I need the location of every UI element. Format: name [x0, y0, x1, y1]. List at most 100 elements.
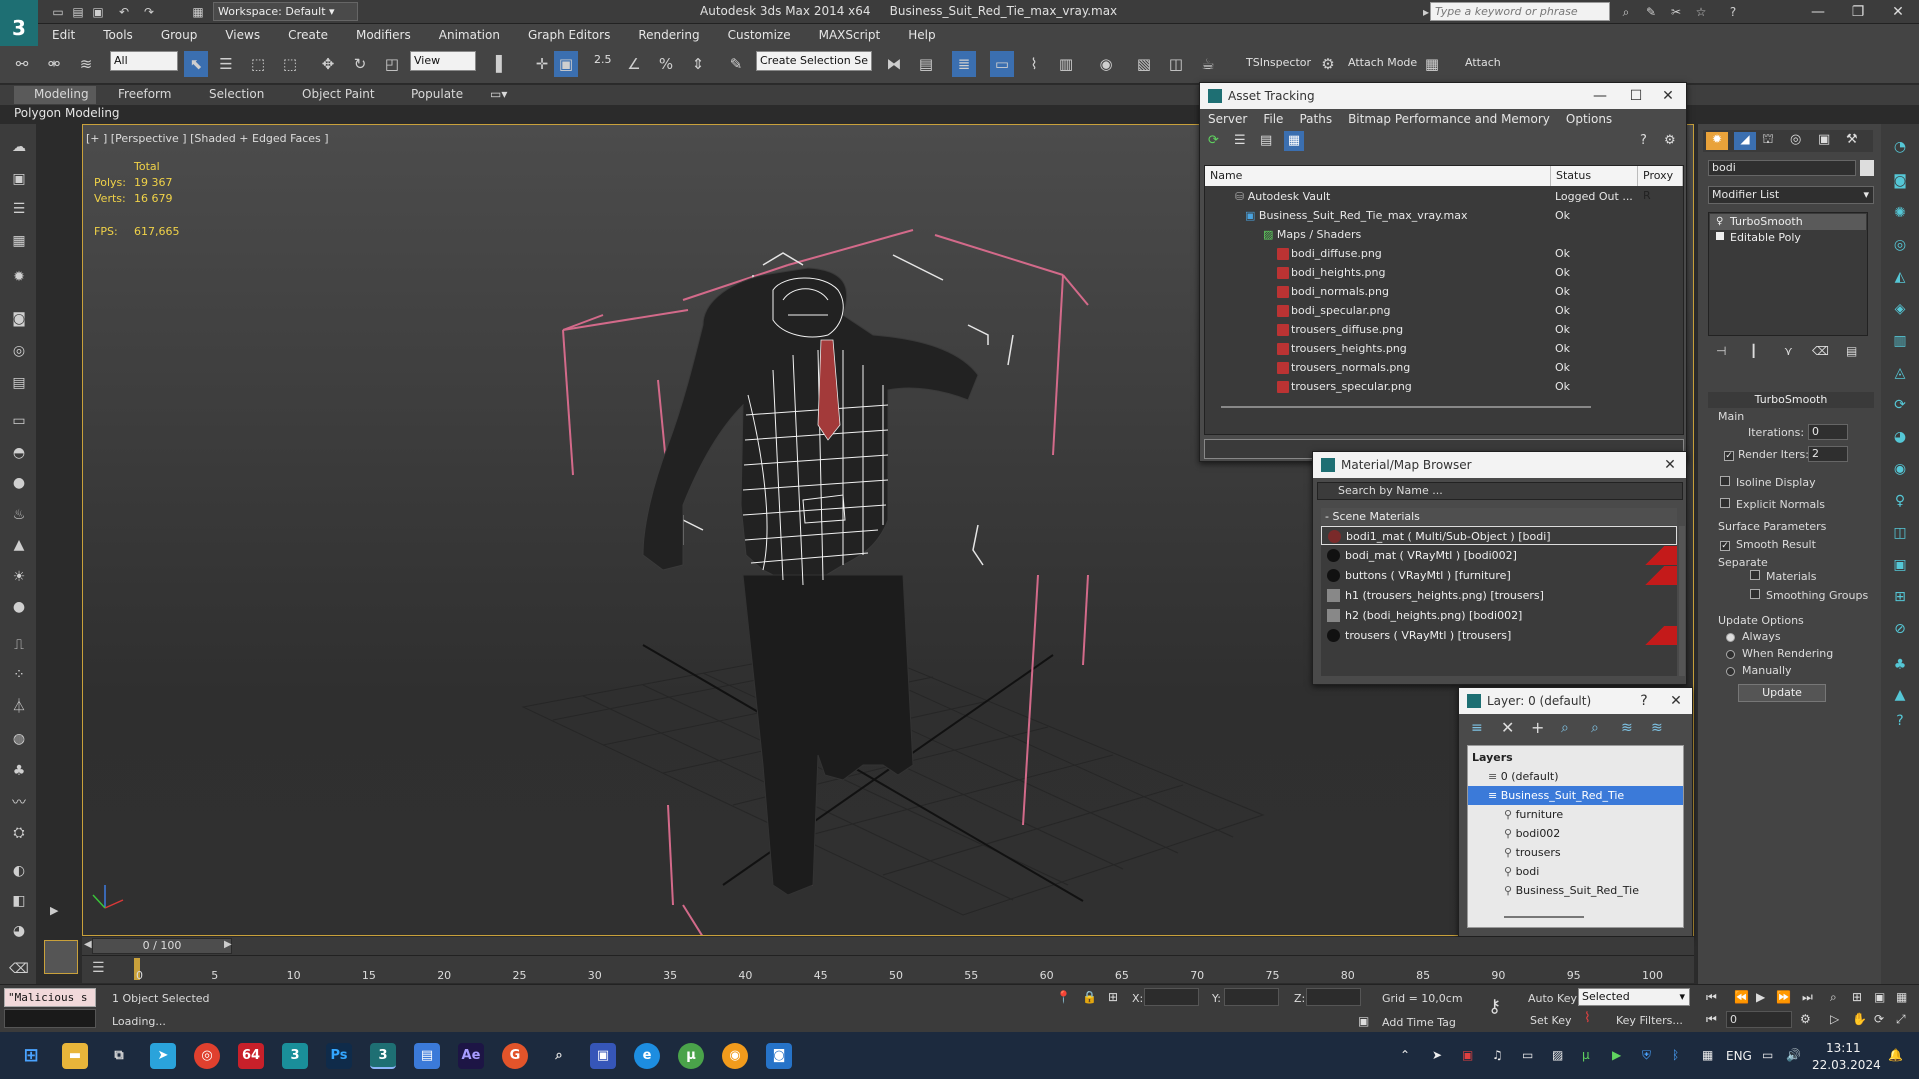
tray-network-icon[interactable]: ▦ — [1702, 1048, 1713, 1062]
isoline-checkbox[interactable] — [1720, 476, 1730, 489]
create-tab-icon[interactable]: ✹ — [1706, 132, 1728, 150]
remove-modifier-icon[interactable]: ⌫ — [1812, 344, 1829, 358]
maxscript-output-field[interactable] — [4, 1009, 96, 1028]
help-icon[interactable]: ? — [1725, 4, 1741, 20]
pivot-icon[interactable]: ▐ — [484, 51, 508, 77]
isolate-selection-icon[interactable]: 📍 — [1056, 990, 1071, 1004]
time-slider[interactable]: 0 / 100 — [92, 938, 232, 954]
zoom-extents-icon[interactable]: ▣ — [1874, 990, 1885, 1004]
layer-manager-icon[interactable]: ≣ — [952, 51, 976, 77]
y-coord-field[interactable] — [1224, 988, 1279, 1006]
communication-icon[interactable]: ✂ — [1668, 4, 1684, 20]
make-unique-icon[interactable]: ⋎ — [1784, 344, 1793, 358]
ribbon-options-icon[interactable]: ▭▾ — [490, 87, 507, 101]
hair-icon[interactable]: 〰 — [8, 792, 30, 814]
select-manipulate-icon[interactable]: ✛ — [530, 51, 554, 77]
time-tag-icon[interactable]: ▣ — [1358, 1014, 1369, 1028]
percent-snap-icon[interactable]: % — [654, 51, 678, 77]
modifier-list-dropdown[interactable]: Modifier List ▾ — [1708, 186, 1874, 204]
teapot-icon[interactable]: ♨ — [8, 504, 30, 526]
layer-horizontal-scrollbar[interactable] — [1504, 916, 1584, 918]
project-folder-icon[interactable]: ▦ — [190, 4, 206, 20]
orbit-icon[interactable]: ⟳ — [1874, 1012, 1884, 1026]
new-layer-icon[interactable]: ≡ — [1471, 720, 1483, 736]
tray-volume-icon[interactable]: 🔊 — [1786, 1048, 1801, 1062]
ball-icon[interactable]: ● — [8, 596, 30, 618]
list-icon[interactable]: ☰ — [8, 198, 30, 220]
next-frame-arrow-icon[interactable]: ▶ — [224, 939, 232, 950]
3dsmax-2014-icon[interactable]: 3 — [370, 1043, 396, 1069]
zoom-icon[interactable]: ⌕ — [1830, 990, 1837, 1005]
table-row[interactable]: bodi_diffuse.png Ok — [1205, 244, 1683, 263]
iterations-spinner[interactable]: 0 — [1808, 424, 1848, 440]
table-row[interactable]: bodi_heights.png Ok — [1205, 263, 1683, 282]
menu-edit[interactable]: Edit — [38, 28, 89, 42]
key-icon[interactable]: ⚷ — [1488, 996, 1501, 1017]
render-iters-spinner[interactable]: 2 — [1808, 446, 1848, 462]
tray-bluetooth-icon[interactable]: ᛒ — [1672, 1048, 1679, 1062]
pan-view-icon[interactable]: ✋ — [1852, 1012, 1867, 1026]
table-view-icon[interactable]: ▦ — [1284, 131, 1304, 151]
list-item[interactable]: ≡ Business_Suit_Red_Tie — [1468, 786, 1683, 805]
maxscript-listener-field[interactable]: "Malicious s — [4, 988, 96, 1007]
vray-fire-icon[interactable]: ▲ — [1889, 684, 1911, 706]
object-color-swatch[interactable] — [1860, 160, 1874, 176]
open-file-icon[interactable]: ▤ — [70, 4, 86, 20]
menu-customize[interactable]: Customize — [714, 28, 805, 42]
list-item[interactable]: h1 (trousers_heights.png) [trousers] — [1321, 586, 1677, 605]
checker-icon[interactable]: ▦ — [1420, 51, 1444, 77]
table-row[interactable]: trousers_diffuse.png Ok — [1205, 320, 1683, 339]
window-crossing-icon[interactable]: ⬚ — [278, 51, 302, 77]
sphere-icon[interactable]: ● — [8, 472, 30, 494]
spinner-snap-icon[interactable]: ⇕ — [686, 51, 710, 77]
menu-views[interactable]: Views — [211, 28, 274, 42]
layer-dialog-titlebar[interactable]: Layer: 0 (default) ? ✕ — [1459, 688, 1692, 714]
schematic-view-icon[interactable]: ▥ — [1054, 51, 1078, 77]
thumbnail-view-icon[interactable]: ▤ — [1260, 133, 1272, 148]
globe-icon[interactable]: ◍ — [8, 728, 30, 750]
vray-fog-icon[interactable]: ▣ — [1889, 554, 1911, 576]
vray-render-icon[interactable]: ◉ — [1889, 458, 1911, 480]
tray-headset-icon[interactable]: ♫ — [1492, 1048, 1503, 1062]
object-name-field[interactable]: bodi — [1708, 160, 1856, 176]
edge-icon[interactable]: e — [634, 1043, 660, 1069]
render-production-icon[interactable]: ☕ — [1196, 51, 1220, 77]
at-col-status[interactable]: Status — [1551, 166, 1638, 186]
workspace-dropdown[interactable]: Workspace: Default ▾ — [213, 2, 358, 21]
render-setup-icon[interactable]: ▧ — [1132, 51, 1156, 77]
list-item[interactable]: ≡ 0 (default) — [1468, 767, 1683, 786]
tray-security-icon[interactable]: ⛨ — [1642, 1048, 1651, 1063]
material-search-input[interactable]: Search by Name ... — [1317, 482, 1683, 500]
material-list-scrollbar[interactable] — [1679, 526, 1685, 676]
asset-tracking-maximize-button[interactable]: ☐ — [1622, 83, 1650, 109]
help-search-input[interactable]: Type a keyword or phrase — [1430, 2, 1610, 21]
trash-icon[interactable]: ⌫ — [8, 958, 30, 980]
refresh-icon[interactable]: ⟳ — [1208, 133, 1219, 148]
ribbon-panel-label[interactable]: Polygon Modeling — [14, 106, 124, 122]
asset-tracking-close-button[interactable]: ✕ — [1654, 83, 1682, 109]
light-bulb-icon[interactable]: ✹ — [8, 266, 30, 288]
configure-modifier-sets-icon[interactable]: ▤ — [1846, 344, 1857, 358]
absolute-mode-icon[interactable]: ⊞ — [1108, 990, 1118, 1004]
scene-materials-header[interactable]: - Scene Materials — [1321, 508, 1677, 525]
at-help-icon[interactable]: ? — [1640, 133, 1647, 148]
undo-icon[interactable]: ↶ — [116, 4, 132, 20]
next-frame-icon[interactable]: ⏩ — [1776, 990, 1791, 1004]
track-bar[interactable] — [82, 955, 1694, 983]
set-key-icon[interactable]: ⌇ — [1584, 1010, 1591, 1026]
restore-button[interactable]: ❐ — [1838, 0, 1878, 24]
table-row[interactable]: ▨ Maps / Shaders — [1205, 225, 1683, 244]
rectangular-selection-icon[interactable]: ⬚ — [246, 51, 270, 77]
binoculars-icon[interactable]: ⌕ — [1618, 4, 1634, 20]
new-file-icon[interactable]: ▭ — [50, 4, 66, 20]
current-frame-field[interactable]: 0 — [1726, 1011, 1792, 1028]
pin-stack-icon[interactable]: ⊣ — [1716, 344, 1726, 358]
modify-tab-icon[interactable]: ◢ — [1734, 132, 1756, 150]
key-mode-toggle-icon[interactable]: ⏮ — [1706, 1012, 1717, 1027]
at-col-name[interactable]: Name — [1205, 166, 1551, 186]
tray-display-icon[interactable]: ▭ — [1522, 1048, 1533, 1062]
prev-frame-arrow-icon[interactable]: ◀ — [84, 939, 92, 950]
table-row[interactable]: ⛁ Autodesk Vault Logged Out ... — [1205, 187, 1683, 206]
redo-icon[interactable]: ↷ — [141, 4, 157, 20]
menu-help[interactable]: Help — [894, 28, 949, 42]
